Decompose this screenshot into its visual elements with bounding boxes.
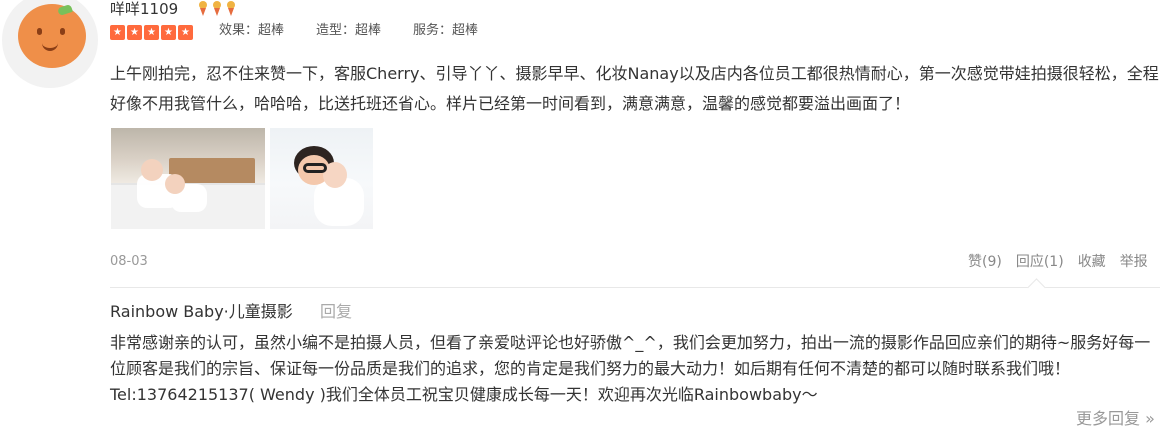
favorite-button[interactable]: 收藏 — [1078, 252, 1106, 272]
star-rating: ★ ★ ★ ★ ★ — [110, 25, 193, 40]
kid-face — [141, 159, 163, 181]
rating-details: 效果：超棒 造型：超棒 服务：超棒 — [219, 22, 478, 40]
reply-pointer — [1027, 278, 1046, 297]
glasses-icon — [303, 163, 327, 173]
star-icon: ★ — [110, 25, 125, 40]
leaf-icon — [57, 4, 73, 16]
avatar-eye-left — [37, 28, 42, 35]
rating-styling: 造型：超棒 — [316, 23, 382, 38]
username[interactable]: 咩咩1109 — [110, 0, 178, 18]
review-text: 上午刚拍完，忍不住来赞一下，客服Cherry、引导丫丫、摄影早早、化妆Nanay… — [110, 64, 1159, 113]
star-icon: ★ — [161, 25, 176, 40]
star-icon: ★ — [127, 25, 142, 40]
avatar-mouth — [42, 40, 58, 51]
star-icon: ★ — [144, 25, 159, 40]
kid-face — [165, 174, 185, 194]
rating-service: 服务：超棒 — [413, 23, 479, 38]
review-date: 08-03 — [110, 254, 148, 269]
like-button[interactable]: 赞(9) — [968, 252, 1002, 272]
reply-button[interactable]: 回应(1) — [1016, 252, 1064, 272]
divider — [110, 287, 1160, 288]
avatar[interactable] — [2, 0, 98, 88]
more-replies-link[interactable]: 更多回复 » — [1076, 408, 1155, 430]
medal-icon — [211, 1, 223, 16]
avatar-eye-right — [60, 28, 65, 35]
medal-group — [197, 1, 237, 16]
star-icon: ★ — [178, 25, 193, 40]
medal-icon — [225, 1, 237, 16]
photo-kids-on-bed[interactable] — [111, 128, 265, 229]
medal-icon — [197, 1, 209, 16]
reply-tag: 回复 — [320, 302, 353, 321]
orange-avatar-icon — [18, 4, 86, 68]
photo-kids-with-glasses[interactable] — [270, 128, 373, 229]
merchant-name[interactable]: Rainbow Baby·儿童摄影 — [110, 300, 293, 324]
review-actions: 赞(9) 回应(1) 收藏 举报 — [968, 252, 1148, 272]
merchant-reply-text: 非常感谢亲的认可，虽然小编不是拍摄人员，但看了亲爱哒评论也好骄傲^_^，我们会更… — [110, 333, 1151, 404]
report-button[interactable]: 举报 — [1120, 252, 1148, 272]
rating-effect: 效果：超棒 — [219, 23, 285, 38]
